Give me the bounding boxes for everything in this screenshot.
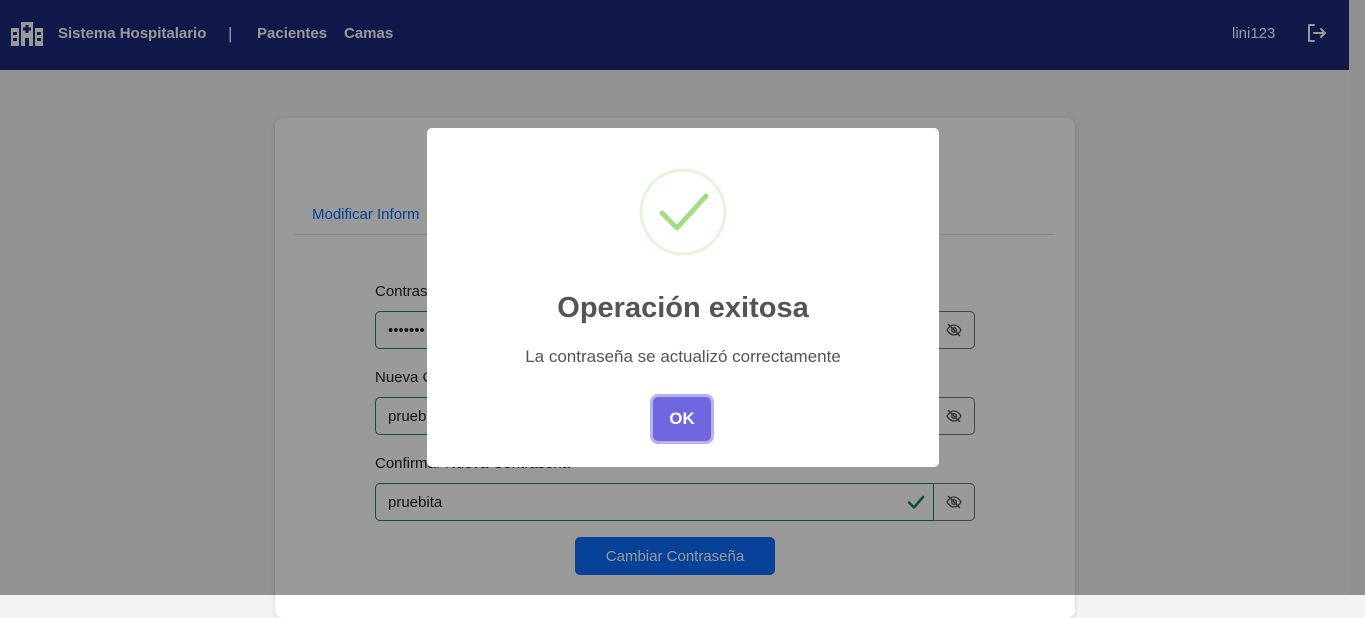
success-check-icon [639, 168, 727, 256]
dialog-message: La contraseña se actualizó correctamente [525, 347, 841, 366]
ok-button[interactable]: OK [653, 397, 711, 441]
success-dialog: Operación exitosa La contraseña se actua… [427, 128, 939, 467]
dialog-title: Operación exitosa [557, 292, 809, 324]
